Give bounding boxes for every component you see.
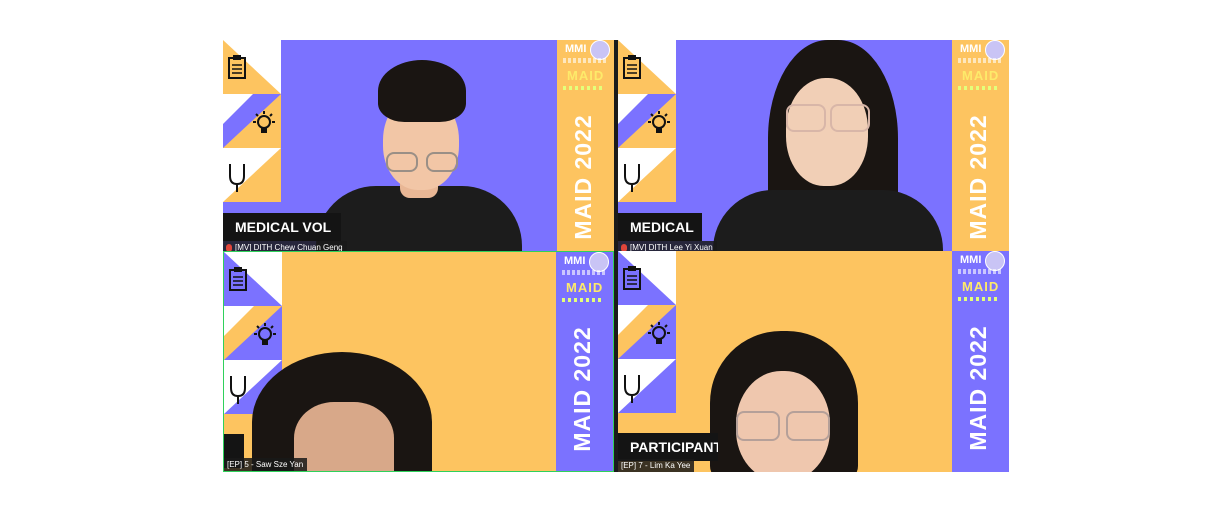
participant-name: [EP] 5 - Saw Sze Yan	[227, 460, 304, 469]
participant-name: [EP] 7 - Lim Ka Yee	[621, 461, 691, 470]
video-tile-lee-yi-xuan[interactable]: MMI MAID MAID 2022 MEDICAL [MV] DITH Lee…	[618, 40, 1009, 254]
mmi-logo-mark	[590, 40, 610, 60]
logo-dots	[563, 86, 603, 90]
maid-logo: MAID	[962, 279, 1000, 294]
video-gallery: MMI MAID MAID 2022 MEDICAL VOL [MV] DITH…	[223, 40, 1009, 472]
event-title-vertical: MAID 2022	[569, 326, 595, 452]
mmi-logo: MMI	[564, 255, 586, 267]
mmi-logo: MMI	[960, 43, 982, 55]
event-side-banner: MMI MAID MAID 2022	[952, 251, 1009, 472]
participant-name-label: [EP] 7 - Lim Ka Yee	[618, 459, 695, 472]
mmi-logo-mark	[985, 40, 1005, 60]
logo-tagline	[958, 58, 1002, 63]
event-side-banner: MMI MAID MAID 2022	[556, 252, 613, 471]
event-title-vertical: MAID 2022	[965, 114, 991, 240]
mmi-logo-mark	[589, 252, 609, 272]
maid-logo: MAID	[566, 280, 604, 295]
logo-dots	[958, 86, 998, 90]
video-tile-lim-ka-yee[interactable]: MMI MAID MAID 2022 PARTICIPANT [EP] 7 - …	[618, 251, 1009, 472]
maid-logo: MAID	[962, 68, 1000, 83]
logo-tagline	[562, 270, 606, 275]
role-banner: MEDICAL	[618, 213, 702, 241]
event-title-vertical: MAID 2022	[965, 325, 991, 451]
video-tile-saw-sze-yan[interactable]: MMI MAID MAID 2022 [EP] 5 - Saw Sze Yan	[223, 251, 614, 472]
mmi-logo: MMI	[565, 43, 587, 55]
mmi-logo-mark	[985, 251, 1005, 271]
event-title-vertical: MAID 2022	[570, 114, 596, 240]
logo-dots	[562, 298, 602, 302]
event-side-banner: MMI MAID MAID 2022	[557, 40, 614, 254]
logo-tagline	[563, 58, 607, 63]
video-tile-chew-chuan-geng[interactable]: MMI MAID MAID 2022 MEDICAL VOL [MV] DITH…	[223, 40, 614, 254]
logo-dots	[958, 297, 998, 301]
mmi-logo: MMI	[960, 254, 982, 266]
maid-logo: MAID	[567, 68, 605, 83]
logo-tagline	[958, 269, 1002, 274]
event-side-banner: MMI MAID MAID 2022	[952, 40, 1009, 254]
role-banner: PARTICIPANT	[618, 433, 718, 461]
role-banner: MEDICAL VOL	[223, 213, 341, 241]
participant-name-label: [EP] 5 - Saw Sze Yan	[224, 458, 308, 471]
